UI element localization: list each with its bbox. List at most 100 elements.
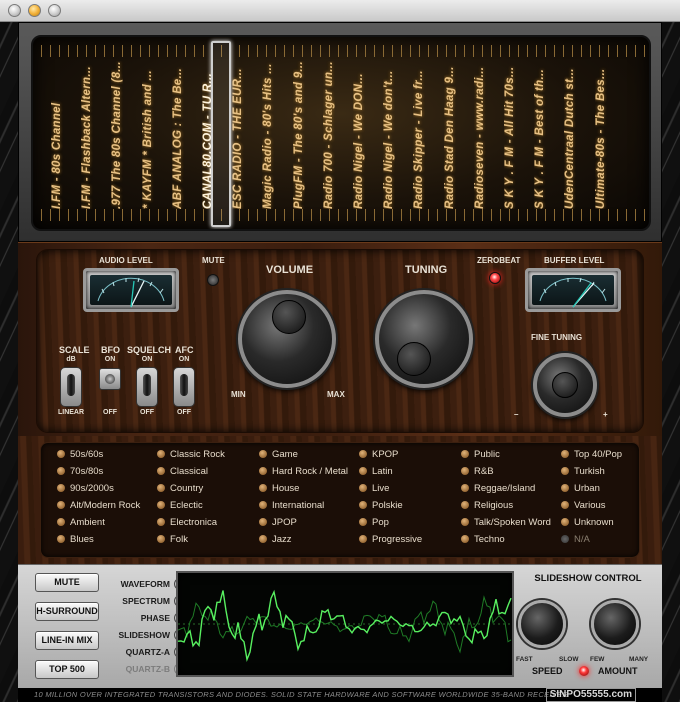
station-1[interactable]: I.FM - 80s Channel xyxy=(43,61,63,209)
genre-panel: 50s/60s 70s/80s 90s/2000s Alt/Modern Rock Am… xyxy=(18,436,662,564)
genre-item[interactable]: Various xyxy=(561,499,606,512)
station-label: Radio Nigel - We DON... xyxy=(353,73,365,209)
close-button[interactable] xyxy=(8,4,21,17)
genre-item[interactable]: Alt/Modern Rock xyxy=(57,499,140,512)
genre-item[interactable]: Live xyxy=(359,482,389,495)
waveform-graphic xyxy=(177,589,512,662)
genre-item[interactable]: Urban xyxy=(561,482,600,495)
footer-bar: 10 MILLION OVER INTEGRATED TRANSISTORS A… xyxy=(18,688,662,702)
genre-item[interactable]: Eclectic xyxy=(157,499,203,512)
genre-item[interactable]: 90s/2000s xyxy=(57,482,114,495)
station-2[interactable]: I.FM - Flashback Altern... xyxy=(73,61,93,209)
fine-tuning-knob[interactable] xyxy=(533,353,597,417)
genre-item[interactable]: R&B xyxy=(461,465,494,478)
genre-item[interactable]: Progressive xyxy=(359,533,422,546)
brand-logo[interactable]: SINPO55555.com xyxy=(545,688,636,702)
station-18[interactable]: UdenCentraal Dutch st... xyxy=(556,61,576,209)
dial-ticks-bottom xyxy=(41,209,645,221)
top-500-button[interactable]: TOP 500 xyxy=(35,660,99,679)
station-13[interactable]: Radio Skipper - Live fr... xyxy=(405,61,425,209)
genre-item[interactable]: Latin xyxy=(359,465,393,478)
station-6[interactable]: CANAL80.COM - TU R... xyxy=(194,61,214,209)
tuning-knob[interactable] xyxy=(375,290,473,388)
genre-item[interactable]: Unknown xyxy=(561,516,614,529)
slideshow-led xyxy=(579,666,589,676)
genre-item[interactable]: Electronica xyxy=(157,516,217,529)
station-10[interactable]: Radio 700 - Schlager un... xyxy=(315,61,335,209)
line-in-mix-button[interactable]: LINE-IN MIX xyxy=(35,631,99,650)
station-dial[interactable]: I.FM - 80s Channel I.FM - Flashback Alter… xyxy=(31,35,651,231)
station-3[interactable]: .977 The 80s Channel (8... xyxy=(103,61,123,209)
genre-item[interactable]: Pop xyxy=(359,516,389,529)
zoom-button[interactable] xyxy=(48,4,61,17)
station-label: I.FM - 80s Channel xyxy=(51,102,63,209)
minimize-button[interactable] xyxy=(28,4,41,17)
slideshow-speed-knob[interactable] xyxy=(518,600,566,648)
genre-item[interactable]: Polskie xyxy=(359,499,403,512)
station-label: Ultimate-80s - The Bes... xyxy=(594,68,607,209)
h-surround-button[interactable]: H-SURROUND xyxy=(35,602,99,621)
bfo-switch[interactable] xyxy=(99,368,121,390)
mode-waveform-label: WAVEFORM xyxy=(120,579,170,589)
slideshow-amount-knob[interactable] xyxy=(591,600,639,648)
genre-item[interactable]: International xyxy=(259,499,324,512)
afc-switch[interactable] xyxy=(173,367,195,407)
volume-knob[interactable] xyxy=(238,290,336,388)
footer-text: 10 MILLION OVER INTEGRATED TRANSISTORS A… xyxy=(34,690,569,699)
station-12[interactable]: Radio Nigel - We don't... xyxy=(375,61,395,209)
genre-item[interactable]: Top 40/Pop xyxy=(561,448,622,461)
station-8[interactable]: Magic Radio - 80's Hits ... xyxy=(254,61,274,209)
genre-item[interactable]: Classic Rock xyxy=(157,448,225,461)
station-16[interactable]: S K Y . F M - All Hit 70s... xyxy=(496,61,516,209)
mode-phase-label: PHASE xyxy=(140,613,170,623)
volume-label: VOLUME xyxy=(266,264,314,276)
station-label: PlugFM - The 80's and 9... xyxy=(292,61,305,209)
genre-item[interactable]: Reggae/Island xyxy=(461,482,535,495)
station-5[interactable]: ABF ANALOG : The Be... xyxy=(164,61,184,209)
genre-item[interactable]: Talk/Spoken Word xyxy=(461,516,551,529)
genre-item[interactable]: Jazz xyxy=(259,533,292,546)
genre-item[interactable]: Turkish xyxy=(561,465,605,478)
genre-item[interactable]: Hard Rock / Metal xyxy=(259,465,348,478)
mute-led[interactable] xyxy=(207,274,219,286)
slideshow-control-title: SLIDESHOW CONTROL xyxy=(534,573,642,584)
right-marble-border xyxy=(662,22,680,702)
genre-item[interactable]: Game xyxy=(259,448,298,461)
genre-item[interactable]: N/A xyxy=(561,533,590,546)
station-4[interactable]: * KAYFM * British and ... xyxy=(134,61,154,209)
scale-switch[interactable] xyxy=(60,367,82,407)
genre-item[interactable]: 50s/60s xyxy=(57,448,103,461)
genre-item[interactable]: Folk xyxy=(157,533,188,546)
audio-level-meter xyxy=(83,268,179,312)
genre-item[interactable]: Religious xyxy=(461,499,513,512)
genre-item[interactable]: Blues xyxy=(57,533,94,546)
station-17[interactable]: S K Y . F M - Best of th... xyxy=(526,61,546,209)
control-panel-inner: AUDIO LEVEL MUTE VOLUME MIN MAX TUNING Z… xyxy=(36,249,644,433)
station-label: I.FM - Flashback Altern... xyxy=(81,66,94,209)
tuning-needle[interactable] xyxy=(211,41,231,227)
genre-item[interactable]: KPOP xyxy=(359,448,398,461)
genre-item[interactable]: Country xyxy=(157,482,203,495)
genre-item[interactable]: House xyxy=(259,482,299,495)
station-19[interactable]: Ultimate-80s - The Bes... xyxy=(587,61,607,209)
title-bar[interactable] xyxy=(0,0,680,22)
genre-grid: 50s/60s 70s/80s 90s/2000s Alt/Modern Rock Am… xyxy=(40,442,640,558)
genre-item[interactable]: Classical xyxy=(157,465,208,478)
genre-item[interactable]: JPOP xyxy=(259,516,297,529)
genre-item[interactable]: 70s/80s xyxy=(57,465,103,478)
station-14[interactable]: Radio Stad Den Haag 9... xyxy=(436,61,456,209)
genre-item[interactable]: Techno xyxy=(461,533,505,546)
squelch-switch[interactable] xyxy=(136,367,158,407)
station-9[interactable]: PlugFM - The 80's and 9... xyxy=(285,61,305,209)
genre-item[interactable]: Public xyxy=(461,448,500,461)
speed-slow-label: SLOW xyxy=(559,656,579,663)
station-11[interactable]: Radio Nigel - We DON... xyxy=(345,61,365,209)
mute-button[interactable]: MUTE xyxy=(35,573,99,592)
amount-many-label: MANY xyxy=(629,656,649,663)
genre-item[interactable]: Ambient xyxy=(57,516,105,529)
station-label: Radioseven - www.radi... xyxy=(473,66,486,209)
station-15[interactable]: Radioseven - www.radi... xyxy=(466,61,486,209)
fine-tuning-label: FINE TUNING xyxy=(531,333,583,342)
bottom-panel: MUTE H-SURROUND LINE-IN MIX TOP 500 WAVE… xyxy=(18,564,662,688)
station-label: Radio Nigel - We don't... xyxy=(383,70,396,209)
